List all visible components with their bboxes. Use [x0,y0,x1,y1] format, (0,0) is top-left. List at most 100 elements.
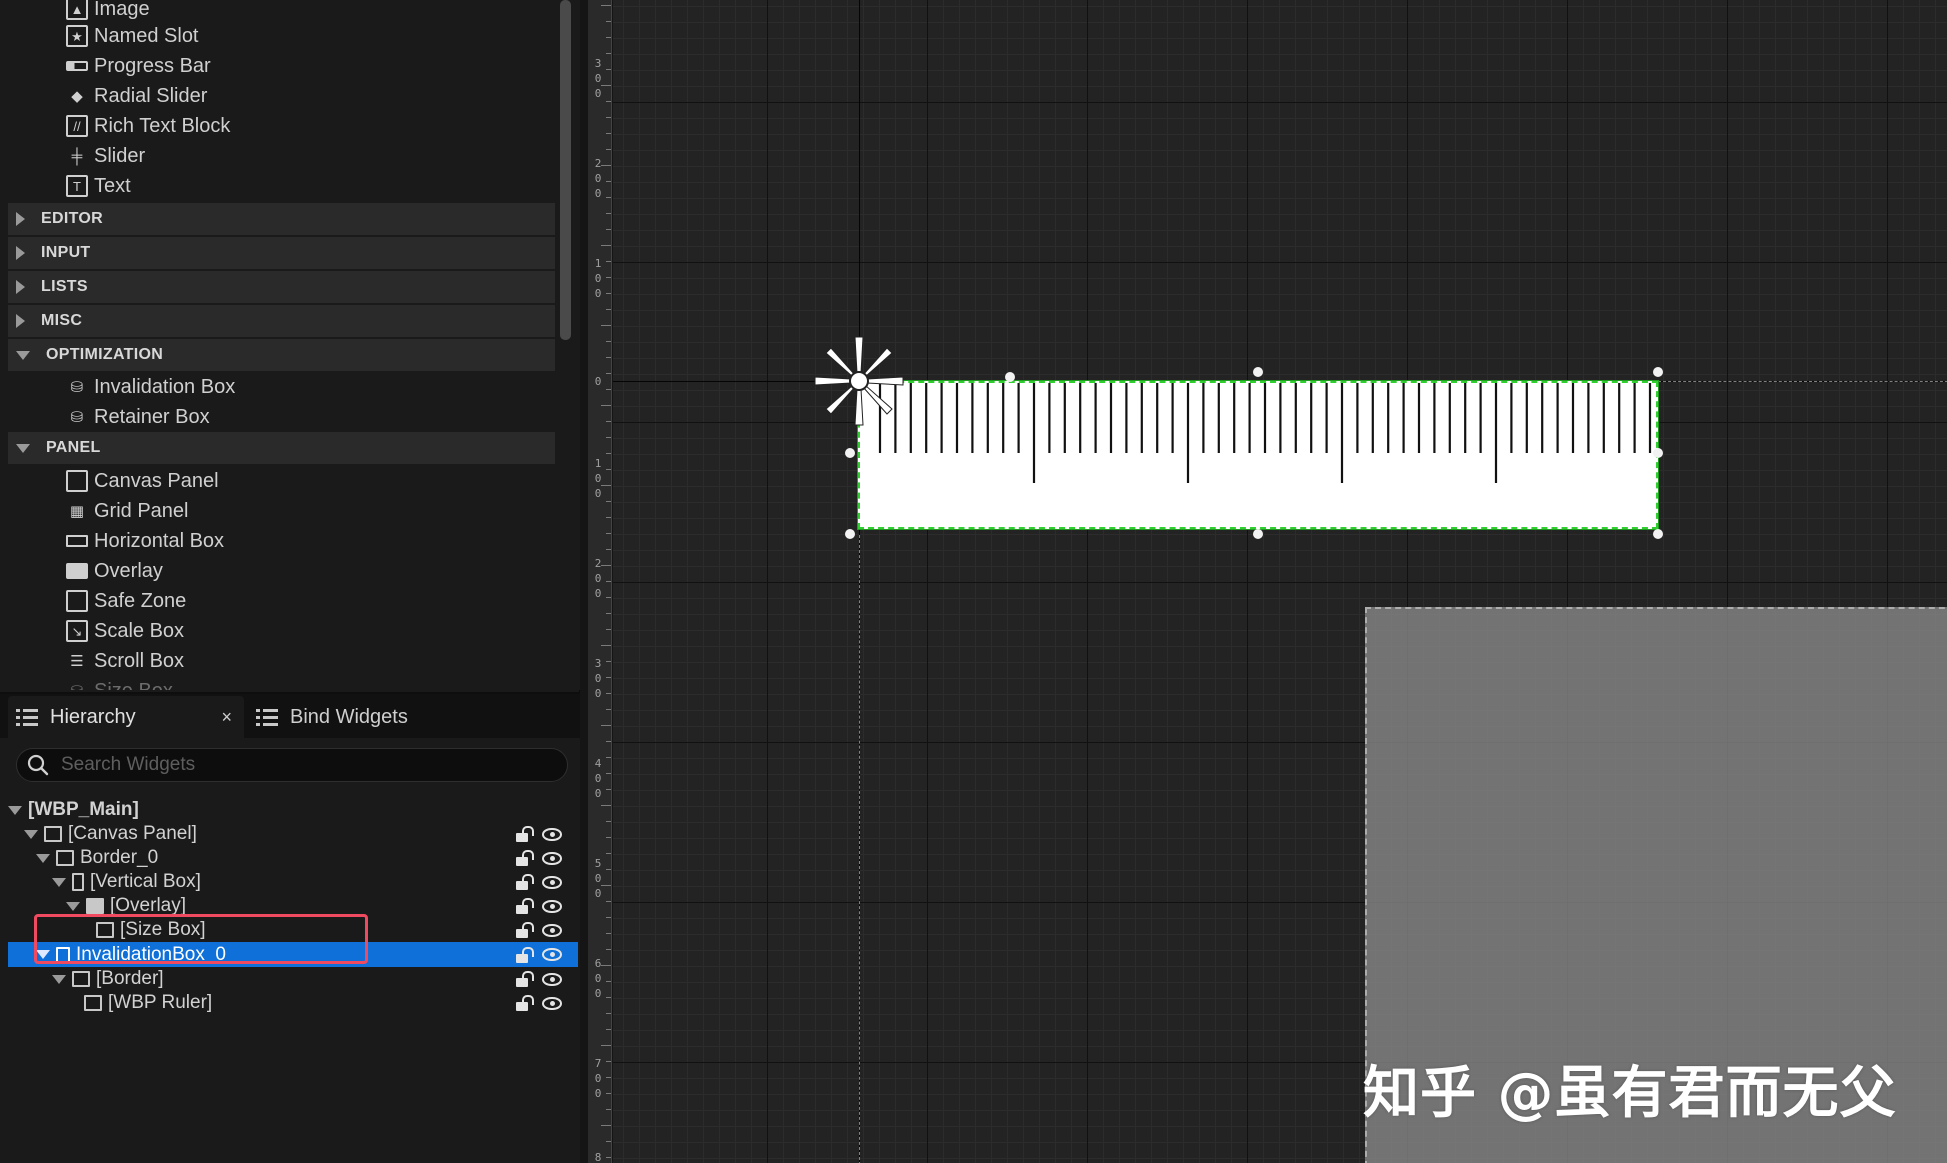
ruler-tick [606,821,611,822]
ruler-label: 8 [594,1151,602,1163]
chevron-down-icon[interactable] [36,853,50,863]
resize-handle-top[interactable] [1253,367,1263,377]
ruler-tick [606,229,611,230]
chevron-down-icon[interactable] [66,901,80,911]
ruler-tick [606,1141,611,1142]
eye-icon[interactable] [542,875,562,889]
resize-handle-bottom-left[interactable] [845,529,855,539]
resize-handle-top-right[interactable] [1653,367,1663,377]
category-label: EDITOR [41,210,103,227]
ruler-tick [606,853,611,854]
ruler-tick [606,917,611,918]
tab-hierarchy[interactable]: Hierarchy × [8,696,244,738]
tree-row-overlay[interactable]: [Overlay] [8,894,578,918]
palette-item-size-box[interactable]: ⛁ Size Box [66,676,173,691]
ruler-label: 2 0 0 [594,157,602,200]
ruler-tick [606,389,611,390]
search-input[interactable] [61,754,541,776]
ruler-tick [606,949,611,950]
palette-item-label: Rich Text Block [94,114,231,137]
ruler-tick [601,805,611,806]
lock-icon[interactable] [516,946,534,963]
palette-scrollbar[interactable] [560,0,571,340]
lock-icon[interactable] [516,874,534,890]
palette-item-scroll-box[interactable]: ☰ Scroll Box [66,646,184,676]
eye-icon[interactable] [542,996,562,1010]
palette-item-text[interactable]: T Text [66,171,131,201]
tree-row-vertical-box[interactable]: [Vertical Box] [8,870,578,894]
category-editor[interactable]: EDITOR [8,203,555,235]
palette-item-canvas-panel[interactable]: Canvas Panel [66,466,219,496]
ruler-tick [606,293,611,294]
category-lists[interactable]: LISTS [8,271,555,303]
lock-icon[interactable] [516,922,534,938]
close-icon[interactable]: × [221,707,232,728]
designer-canvas[interactable]: 知乎 @虽有君而无父 [613,0,1947,1163]
eye-icon[interactable] [542,948,562,961]
category-misc[interactable]: MISC [8,305,555,337]
ruler-tick [606,757,611,758]
lock-icon[interactable] [516,995,534,1011]
chevron-down-icon[interactable] [8,805,22,815]
palette-item-progress-bar[interactable]: Progress Bar [66,51,211,81]
tree-row-canvas-panel[interactable]: [Canvas Panel] [8,822,578,846]
palette-item-radial-slider[interactable]: ◆ Radial Slider [66,81,207,111]
resize-handle-top-left[interactable] [1005,372,1015,382]
eye-icon[interactable] [542,827,562,841]
border-icon [72,971,90,987]
resize-handle-bottom[interactable] [1253,529,1263,539]
lock-icon[interactable] [516,971,534,987]
tab-bind-widgets[interactable]: Bind Widgets [256,696,456,738]
palette-item-invalidation-box[interactable]: ⛁ Invalidation Box [66,372,236,402]
tree-list-icon [16,708,38,726]
lock-icon[interactable] [516,898,534,914]
tree-row-wbp-ruler[interactable]: [WBP Ruler] [8,991,578,1015]
tree-row-label: [Vertical Box] [90,871,201,892]
palette-item-named-slot[interactable]: ★ Named Slot [66,21,199,51]
lock-icon[interactable] [516,826,534,842]
hierarchy-panel: Hierarchy × Bind Widgets [WBP_Mai [0,692,580,1163]
palette-item-rich-text-block[interactable]: // Rich Text Block [66,111,230,141]
eye-icon[interactable] [542,923,562,937]
category-optimization[interactable]: OPTIMIZATION [8,339,555,371]
eye-icon[interactable] [542,972,562,986]
ruler-tick [606,277,611,278]
tree-row-border-0[interactable]: Border_0 [8,846,578,870]
palette-item-horizontal-box[interactable]: Horizontal Box [66,526,224,556]
search-box[interactable] [16,748,568,782]
wbp-ruler-widget[interactable] [857,380,1659,530]
category-panel[interactable]: PANEL [8,432,555,464]
ruler-tick [606,933,611,934]
palette-item-safe-zone[interactable]: Safe Zone [66,586,186,616]
chevron-down-icon[interactable] [36,950,50,959]
text-icon: T [66,175,88,197]
overlay-icon [86,898,104,914]
tree-row-border[interactable]: [Border] [8,967,578,991]
palette-item-slider[interactable]: ╪ Slider [66,141,145,171]
tree-row-invalidation-box-0[interactable]: InvalidationBox_0 [8,942,578,967]
palette-item-retainer-box[interactable]: ⛁ Retainer Box [66,402,210,432]
lock-icon[interactable] [516,850,534,866]
chevron-down-icon[interactable] [52,974,66,984]
tree-row-size-box[interactable]: [Size Box] [8,918,578,942]
palette-item-label: Named Slot [94,24,199,47]
palette-item-label: Overlay [94,559,163,582]
eye-icon[interactable] [542,899,562,913]
resize-handle-left[interactable] [845,448,855,458]
anchor-flower-icon[interactable] [811,333,907,429]
chevron-down-icon[interactable] [52,877,66,887]
eye-icon[interactable] [542,851,562,865]
resize-handle-bottom-right[interactable] [1653,529,1663,539]
ruler-tick [601,5,611,6]
ruler-tick [606,117,611,118]
palette-item-overlay[interactable]: Overlay [66,556,163,586]
ruler-tick [606,549,611,550]
ruler-tick [606,69,611,70]
resize-handle-right[interactable] [1653,448,1663,458]
chevron-down-icon[interactable] [24,829,38,839]
tree-row-wbp-main[interactable]: [WBP_Main] [8,798,578,822]
scale-box-icon: ↘ [66,620,88,642]
category-input[interactable]: INPUT [8,237,555,269]
palette-item-scale-box[interactable]: ↘ Scale Box [66,616,184,646]
palette-item-grid-panel[interactable]: ▦ Grid Panel [66,496,189,526]
